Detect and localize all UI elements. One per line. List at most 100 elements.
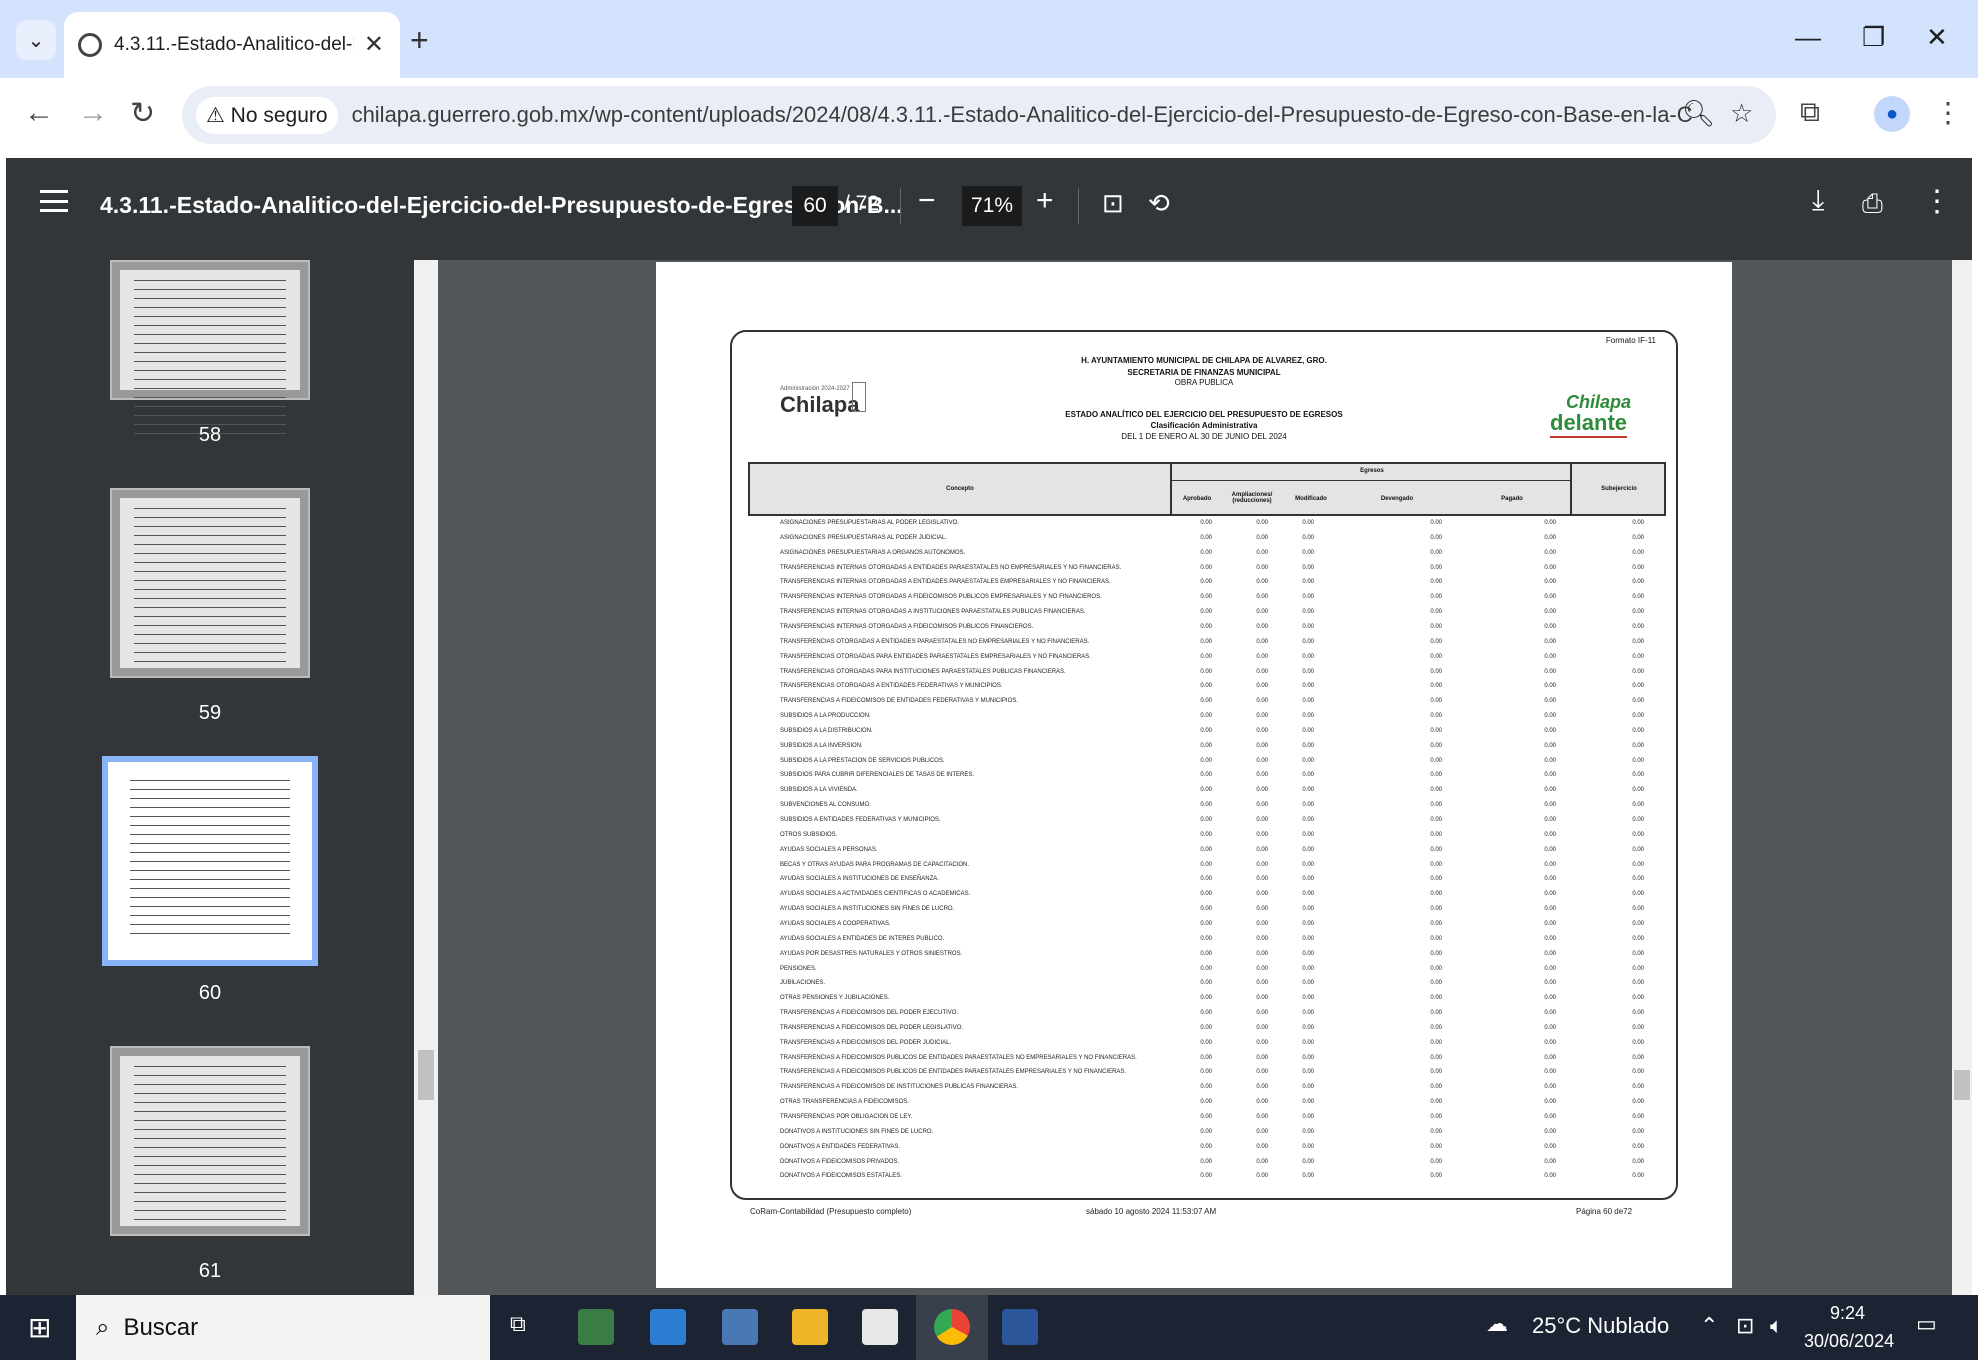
fit-page-icon[interactable]: ⊡ <box>1102 188 1124 219</box>
tray-chevron-icon[interactable]: ⌃ <box>1700 1313 1718 1339</box>
sidebar-scrollbar[interactable] <box>414 260 438 1295</box>
menu-icon[interactable]: ⋮ <box>1934 96 1962 129</box>
thumbnail-line <box>134 634 286 635</box>
row-value: 0.00 <box>1544 950 1556 957</box>
thumbnail-line <box>130 834 290 835</box>
row-value: 0.00 <box>1302 742 1314 749</box>
document-scrollbar[interactable] <box>1952 260 1972 1295</box>
store-icon[interactable] <box>862 1309 898 1345</box>
close-window-button[interactable]: ✕ <box>1926 22 1948 53</box>
zoom-input[interactable]: 71% <box>962 186 1022 226</box>
forward-button[interactable]: → <box>78 96 108 130</box>
row-value: 0.00 <box>1544 876 1556 883</box>
network-icon[interactable]: ⊡ <box>1736 1313 1754 1339</box>
row-concepto: TRANSFERENCIAS A FIDEICOMISOS DEL PODER … <box>780 1010 959 1017</box>
url-text[interactable]: chilapa.guerrero.gob.mx/wp-content/uploa… <box>352 102 1692 128</box>
row-value: 0.00 <box>1632 757 1644 764</box>
table-row: TRANSFERENCIAS INTERNAS OTORGADAS A ENTI… <box>732 565 1680 580</box>
table-row: AYUDAS SOCIALES A INSTITUCIONES DE ENSEÑ… <box>732 876 1680 891</box>
task-view-icon[interactable]: ⧉ <box>510 1311 526 1337</box>
profile-avatar[interactable]: ● <box>1874 96 1910 132</box>
zoom-in-button[interactable]: + <box>1036 184 1054 218</box>
table-row: AYUDAS SOCIALES A ENTIDADES DE INTERES P… <box>732 936 1680 951</box>
hamburger-menu-icon[interactable] <box>40 190 68 212</box>
table-row: ASIGNACIONES PRESUPUESTARIAS AL PODER LE… <box>732 520 1680 535</box>
bookmark-star-icon[interactable]: ☆ <box>1730 98 1753 129</box>
thumbnail-line <box>130 915 290 916</box>
thumbnail-page-selected[interactable] <box>102 756 318 966</box>
row-concepto: OTROS SUBSIDIOS. <box>780 831 838 838</box>
row-value: 0.00 <box>1256 995 1268 1002</box>
active-tab[interactable]: 4.3.11.-Estado-Analitico-del-Eje ✕ <box>64 12 400 78</box>
row-value: 0.00 <box>1544 1099 1556 1106</box>
calculator-icon[interactable] <box>722 1309 758 1345</box>
scrollbar-thumb[interactable] <box>418 1050 434 1100</box>
taskbar-search[interactable]: ⌕ Buscar <box>76 1295 490 1360</box>
print-icon[interactable]: ⎙ <box>1862 188 1883 220</box>
zoom-icon[interactable]: 🔍︎ <box>1682 98 1715 129</box>
table-row: SUBSIDIOS A LA PRESTACION DE SERVICIOS P… <box>732 758 1680 773</box>
notifications-icon[interactable]: ▭ <box>1916 1311 1937 1337</box>
row-value: 0.00 <box>1430 1128 1442 1135</box>
restore-button[interactable]: ❐ <box>1862 22 1885 53</box>
address-bar[interactable]: ⚠ No seguro chilapa.guerrero.gob.mx/wp-c… <box>182 86 1776 144</box>
row-value: 0.00 <box>1302 549 1314 556</box>
row-value: 0.00 <box>1302 995 1314 1002</box>
table-row: TRANSFERENCIAS A FIDEICOMISOS PUBLICOS D… <box>732 1069 1680 1084</box>
thumbnail-page[interactable] <box>110 488 310 678</box>
download-icon[interactable]: ⤓ <box>1812 184 1824 217</box>
close-tab-icon[interactable]: ✕ <box>364 30 384 59</box>
table-row: AYUDAS SOCIALES A PERSONAS. 0.00 0.00 0.00 0… <box>732 847 1680 862</box>
thumbnail-line <box>134 1120 286 1121</box>
windows-start-icon[interactable]: ⊞ <box>28 1311 51 1344</box>
row-value: 0.00 <box>1430 683 1442 690</box>
row-value: 0.00 <box>1200 1084 1212 1091</box>
document-title: 4.3.11.-Estado-Analitico-del-Ejercicio-d… <box>100 192 903 218</box>
row-concepto: AYUDAS POR DESASTRES NATURALES Y OTROS S… <box>780 950 963 957</box>
scrollbar-thumb[interactable] <box>1954 1070 1970 1100</box>
thumbnail-page[interactable] <box>110 1046 310 1236</box>
more-options-icon[interactable]: ⋮ <box>1922 184 1952 219</box>
weather-text[interactable]: 25°C Nublado <box>1532 1313 1669 1339</box>
row-value: 0.00 <box>1430 609 1442 616</box>
row-value: 0.00 <box>1632 965 1644 972</box>
zoom-out-button[interactable]: − <box>918 184 936 218</box>
col-modificado: Modificado <box>1295 496 1327 502</box>
word-icon[interactable] <box>1002 1309 1038 1345</box>
security-indicator[interactable]: ⚠ No seguro <box>196 96 338 134</box>
extensions-icon[interactable]: ⧉ <box>1800 96 1820 129</box>
table-row: TRANSFERENCIAS OTORGADAS A ENTIDADES FED… <box>732 683 1680 698</box>
tab-search-button[interactable]: ⌄ <box>16 20 56 60</box>
clock-time[interactable]: 9:24 <box>1830 1303 1865 1324</box>
row-concepto: DONATIVOS A FIDEICOMISOS PRIVADOS. <box>780 1158 900 1165</box>
table-row: TRANSFERENCIAS OTORGADAS A ENTIDADES PAR… <box>732 639 1680 654</box>
row-value: 0.00 <box>1544 713 1556 720</box>
row-value: 0.00 <box>1632 713 1644 720</box>
row-value: 0.00 <box>1200 609 1212 616</box>
row-value: 0.00 <box>1544 520 1556 526</box>
row-concepto: JUBILACIONES. <box>780 980 826 987</box>
row-concepto: TRANSFERENCIAS A FIDEICOMISOS DEL PODER … <box>780 1024 964 1031</box>
minimize-button[interactable]: — <box>1795 22 1821 53</box>
back-button[interactable]: ← <box>24 96 54 130</box>
row-value: 0.00 <box>1632 638 1644 645</box>
row-value: 0.00 <box>1430 534 1442 541</box>
thumbnail-page[interactable] <box>110 260 310 434</box>
chrome-icon[interactable] <box>934 1309 970 1345</box>
row-value: 0.00 <box>1302 980 1314 987</box>
rotate-icon[interactable]: ⟲ <box>1148 188 1170 219</box>
weather-icon[interactable]: ☁ <box>1486 1311 1508 1337</box>
page-number-input[interactable]: 60 <box>792 186 838 226</box>
file-explorer-icon[interactable] <box>792 1309 828 1345</box>
volume-icon[interactable]: 🔈︎ <box>1770 1313 1783 1339</box>
app-icon[interactable] <box>578 1309 614 1345</box>
clock-date[interactable]: 30/06/2024 <box>1804 1331 1894 1352</box>
app-icon[interactable] <box>650 1309 686 1345</box>
row-concepto: TRANSFERENCIAS A FIDEICOMISOS DE INSTITU… <box>780 1084 1019 1091</box>
row-value: 0.00 <box>1430 549 1442 556</box>
row-concepto: SUBVENCIONES AL CONSUMO. <box>780 802 871 809</box>
row-value: 0.00 <box>1544 727 1556 734</box>
reload-button[interactable]: ↻ <box>130 96 155 131</box>
thumbnail-line <box>130 861 290 862</box>
new-tab-button[interactable]: + <box>410 20 429 60</box>
